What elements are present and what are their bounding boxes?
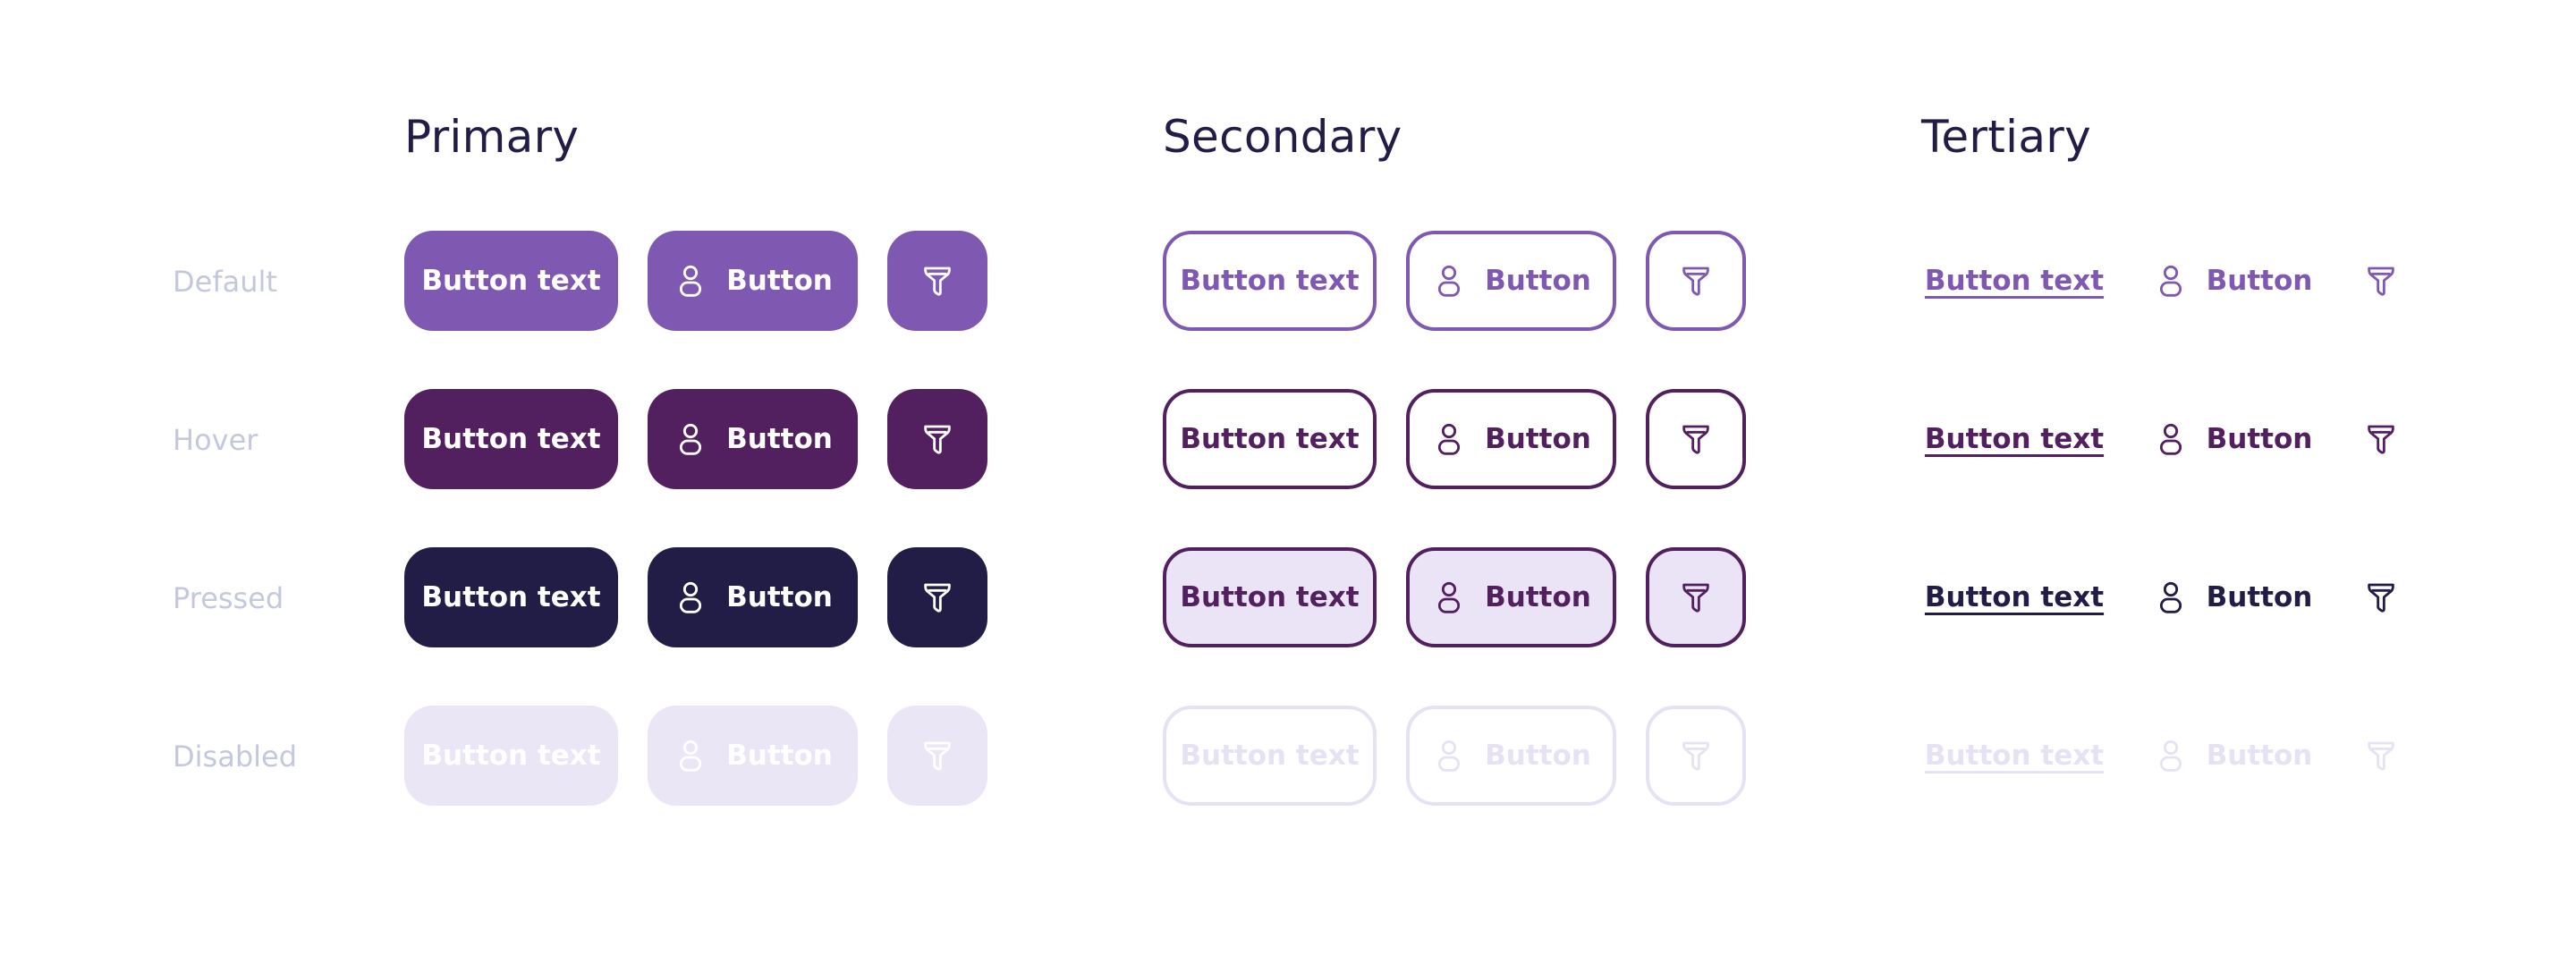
primary-hover-text-button[interactable]: Button text	[404, 389, 618, 489]
state-label-hover: Hover	[173, 423, 258, 457]
person-icon	[673, 263, 708, 299]
primary-hover-filter-button[interactable]	[887, 389, 987, 489]
filter-icon	[919, 738, 955, 774]
primary-column-title: Primary	[404, 111, 580, 163]
button-label: Button	[726, 423, 833, 455]
tertiary-disabled-person-button[interactable]: Button	[2143, 706, 2322, 806]
button-label: Button	[2206, 265, 2313, 297]
button-label: Button text	[1924, 740, 2105, 772]
primary-default-text-button[interactable]: Button text	[404, 231, 618, 331]
button-label: Button text	[1180, 423, 1360, 455]
tertiary-default-text-button[interactable]: Button text	[1921, 231, 2107, 331]
filter-icon	[2363, 263, 2399, 299]
secondary-hover-text-button[interactable]: Button text	[1163, 389, 1377, 489]
secondary-disabled-person-button[interactable]: Button	[1406, 706, 1616, 806]
filter-icon	[2363, 738, 2399, 774]
secondary-pressed-person-button[interactable]: Button	[1406, 547, 1616, 647]
tertiary-pressed-filter-button[interactable]	[2343, 547, 2419, 647]
tertiary-pressed-text-button[interactable]: Button text	[1921, 547, 2107, 647]
person-icon	[1431, 421, 1467, 457]
person-icon	[1431, 738, 1467, 774]
person-icon	[2153, 421, 2189, 457]
button-label: Button text	[421, 740, 601, 772]
secondary-default-person-button[interactable]: Button	[1406, 231, 1616, 331]
button-label: Button text	[1924, 265, 2105, 297]
tertiary-default-filter-button[interactable]	[2343, 231, 2419, 331]
primary-hover-person-button[interactable]: Button	[648, 389, 858, 489]
button-label: Button text	[1180, 581, 1360, 613]
person-icon	[673, 579, 708, 615]
person-icon	[2153, 738, 2189, 774]
primary-pressed-filter-button[interactable]	[887, 547, 987, 647]
state-label-default: Default	[173, 265, 277, 299]
filter-icon	[919, 263, 955, 299]
tertiary-hover-text-button[interactable]: Button text	[1921, 389, 2107, 489]
filter-icon	[919, 421, 955, 457]
button-label: Button	[726, 265, 833, 297]
primary-disabled-text-button[interactable]: Button text	[404, 706, 618, 806]
button-label: Button	[1485, 423, 1591, 455]
button-label: Button	[2206, 423, 2313, 455]
primary-pressed-text-button[interactable]: Button text	[404, 547, 618, 647]
person-icon	[1431, 579, 1467, 615]
state-label-disabled: Disabled	[173, 740, 298, 774]
filter-icon	[919, 579, 955, 615]
filter-icon	[1678, 421, 1714, 457]
button-label: Button	[2206, 581, 2313, 613]
filter-icon	[2363, 421, 2399, 457]
primary-disabled-person-button[interactable]: Button	[648, 706, 858, 806]
secondary-hover-filter-button[interactable]	[1646, 389, 1746, 489]
state-label-pressed: Pressed	[173, 581, 284, 615]
button-label: Button text	[421, 581, 601, 613]
secondary-default-filter-button[interactable]	[1646, 231, 1746, 331]
secondary-pressed-filter-button[interactable]	[1646, 547, 1746, 647]
button-label: Button text	[1180, 265, 1360, 297]
button-label: Button	[1485, 581, 1591, 613]
filter-icon	[1678, 263, 1714, 299]
tertiary-hover-person-button[interactable]: Button	[2143, 389, 2322, 489]
tertiary-disabled-text-button[interactable]: Button text	[1921, 706, 2107, 806]
button-label: Button text	[421, 423, 601, 455]
primary-default-filter-button[interactable]	[887, 231, 987, 331]
secondary-default-text-button[interactable]: Button text	[1163, 231, 1377, 331]
secondary-disabled-filter-button[interactable]	[1646, 706, 1746, 806]
button-label: Button	[2206, 740, 2313, 772]
primary-pressed-person-button[interactable]: Button	[648, 547, 858, 647]
secondary-pressed-text-button[interactable]: Button text	[1163, 547, 1377, 647]
button-label: Button text	[1924, 581, 2105, 613]
secondary-hover-person-button[interactable]: Button	[1406, 389, 1616, 489]
tertiary-disabled-filter-button[interactable]	[2343, 706, 2419, 806]
button-label: Button	[1485, 740, 1591, 772]
person-icon	[2153, 579, 2189, 615]
secondary-column-title: Secondary	[1163, 111, 1402, 163]
tertiary-pressed-person-button[interactable]: Button	[2143, 547, 2322, 647]
filter-icon	[1678, 738, 1714, 774]
tertiary-column-title: Tertiary	[1921, 111, 2092, 163]
button-label: Button	[1485, 265, 1591, 297]
button-label: Button	[726, 740, 833, 772]
person-icon	[673, 738, 708, 774]
person-icon	[1431, 263, 1467, 299]
tertiary-default-person-button[interactable]: Button	[2143, 231, 2322, 331]
filter-icon	[1678, 579, 1714, 615]
tertiary-hover-filter-button[interactable]	[2343, 389, 2419, 489]
primary-disabled-filter-button[interactable]	[887, 706, 987, 806]
button-label: Button text	[1180, 740, 1360, 772]
secondary-disabled-text-button[interactable]: Button text	[1163, 706, 1377, 806]
primary-default-person-button[interactable]: Button	[648, 231, 858, 331]
filter-icon	[2363, 579, 2399, 615]
person-icon	[2153, 263, 2189, 299]
person-icon	[673, 421, 708, 457]
button-label: Button	[726, 581, 833, 613]
button-label: Button text	[421, 265, 601, 297]
button-label: Button text	[1924, 423, 2105, 455]
